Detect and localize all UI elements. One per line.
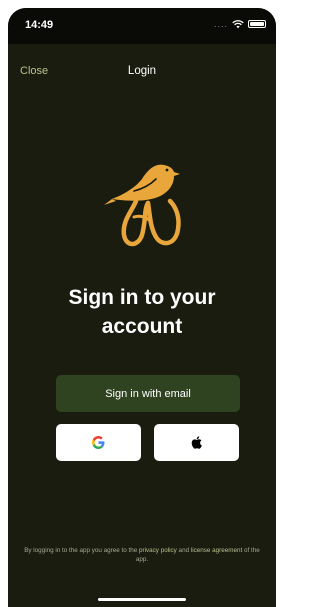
apple-sign-in-button[interactable] <box>154 424 239 461</box>
privacy-policy-link[interactable]: privacy policy <box>139 547 177 554</box>
google-icon <box>92 436 105 449</box>
sign-in-email-button[interactable]: Sign in with email <box>56 375 240 412</box>
app-screen: 14:49 .... Close Login Sign in to your a… <box>8 8 276 607</box>
heading-line-2: account <box>101 315 183 338</box>
bird-logo-icon <box>104 164 181 247</box>
battery-icon <box>248 20 266 28</box>
page-title: Login <box>127 65 157 77</box>
license-agreement-link[interactable]: license agreement <box>191 547 242 554</box>
google-sign-in-button[interactable] <box>56 424 141 461</box>
wifi-icon <box>232 20 244 29</box>
home-indicator[interactable] <box>98 598 186 601</box>
disclaimer-prefix: By logging in to the app you agree to th… <box>24 547 140 554</box>
navigation-bar: Close Login <box>8 50 276 94</box>
terms-disclaimer: By logging in to the app you agree to th… <box>22 546 262 564</box>
status-bar: 14:49 .... <box>8 8 276 44</box>
heading-line-1: Sign in to your <box>68 286 216 309</box>
apple-icon <box>191 436 202 449</box>
status-indicators: .... <box>214 19 266 29</box>
status-time: 14:49 <box>25 19 54 31</box>
signal-icon: .... <box>213 19 228 29</box>
sign-in-heading: Sign in to your account <box>18 283 266 341</box>
disclaimer-middle: and <box>176 547 191 554</box>
